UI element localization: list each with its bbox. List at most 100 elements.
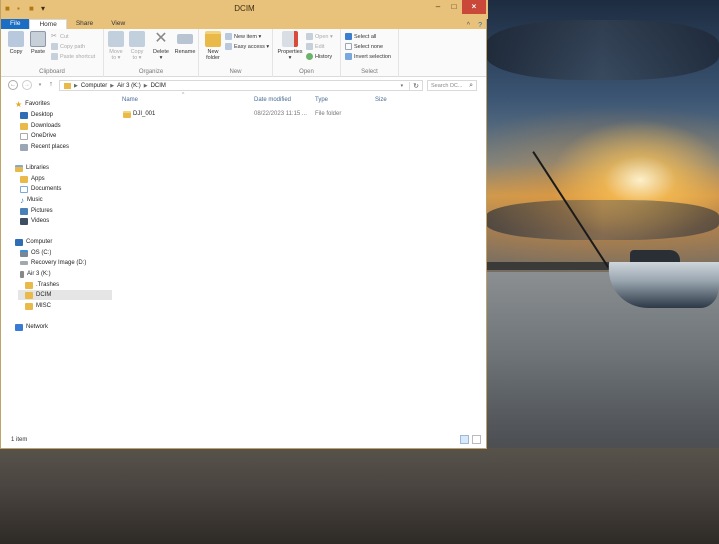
properties-button[interactable]: Properties ▾ xyxy=(276,31,304,61)
help-icon[interactable]: ? xyxy=(474,22,486,29)
nav-network[interactable]: Network xyxy=(15,322,48,332)
nav-favorites[interactable]: ★ Favorites xyxy=(15,99,50,109)
copy-path-icon xyxy=(51,43,58,50)
search-input[interactable]: Search DC... ⌕ xyxy=(427,80,477,91)
new-folder-button[interactable]: New folder xyxy=(203,31,223,61)
nav-music[interactable]: ♪ Music xyxy=(20,195,43,205)
nav-recovery-d[interactable]: Recovery Image (D:) xyxy=(20,258,86,268)
nav-dcim[interactable]: DCIM xyxy=(18,290,112,300)
properties-icon xyxy=(282,31,298,47)
downloads-icon xyxy=(20,122,28,130)
titlebar[interactable]: ■ ▪ ■ ▾ DCIM – □ × xyxy=(1,0,488,19)
onedrive-icon xyxy=(20,132,28,140)
nav-air3-k[interactable]: Air 3 (K:) xyxy=(20,269,51,279)
paste-shortcut-button[interactable]: Paste shortcut xyxy=(51,53,95,60)
select-all-button[interactable]: Select all xyxy=(345,33,376,40)
new-group-label: New xyxy=(229,69,242,75)
libraries-icon xyxy=(15,164,23,172)
history-button[interactable]: History xyxy=(306,53,332,60)
paste-button[interactable]: Paste xyxy=(29,31,47,55)
column-header-type[interactable]: Type xyxy=(315,97,328,103)
wallpaper-foreground xyxy=(0,448,719,544)
nav-videos[interactable]: Videos xyxy=(20,216,49,226)
breadcrumb-air3[interactable]: Air 3 (K:) xyxy=(117,83,141,89)
delete-x-icon: ✕ xyxy=(154,30,168,47)
easy-access-icon xyxy=(225,43,232,50)
navigation-bar: ← → ▾ ↑ ▶ Computer ▶ Air 3 (K:) ▶ DCIM ▾… xyxy=(1,78,486,92)
rename-button[interactable]: Rename xyxy=(174,31,196,55)
forward-button[interactable]: → xyxy=(22,80,32,90)
maximize-button[interactable]: □ xyxy=(446,0,462,14)
move-to-button[interactable]: Move to ▾ xyxy=(107,31,125,61)
breadcrumb-separator-icon[interactable]: ▶ xyxy=(144,83,148,89)
column-header-size[interactable]: Size xyxy=(375,97,387,103)
refresh-icon[interactable]: ↻ xyxy=(409,81,419,90)
breadcrumb-computer[interactable]: Computer xyxy=(81,83,107,89)
search-icon[interactable]: ⌕ xyxy=(469,81,473,91)
invert-selection-button[interactable]: Invert selection xyxy=(345,53,391,60)
item-count: 1 item xyxy=(11,437,28,443)
minimize-button[interactable]: – xyxy=(430,0,446,14)
window-controls: – □ × xyxy=(430,0,486,14)
nav-trashes[interactable]: .Trashes xyxy=(25,280,59,290)
file-name: DJI_001 xyxy=(133,111,156,117)
ribbon: Copy Paste ✂ Cut Copy path Paste shortcu… xyxy=(1,29,486,77)
tab-view[interactable]: View xyxy=(102,19,134,29)
nav-misc[interactable]: MISC xyxy=(25,301,51,311)
up-button[interactable]: ↑ xyxy=(46,80,56,90)
paste-icon xyxy=(30,31,46,47)
drive-icon xyxy=(20,261,28,265)
file-row[interactable]: DJI_001 08/22/2023 11:15 ... File folder xyxy=(119,110,419,121)
nav-onedrive[interactable]: OneDrive xyxy=(20,131,56,141)
cut-button[interactable]: ✂ Cut xyxy=(51,33,69,40)
nav-libraries[interactable]: Libraries xyxy=(15,163,49,173)
copy-button[interactable]: Copy xyxy=(7,31,25,55)
nav-pictures[interactable]: Pictures xyxy=(20,206,53,216)
column-header-name[interactable]: Name xyxy=(122,97,138,103)
nav-apps[interactable]: Apps xyxy=(20,174,45,184)
close-button[interactable]: × xyxy=(462,0,486,14)
desktop-icon xyxy=(20,111,28,119)
large-icons-view-icon[interactable] xyxy=(472,435,481,444)
address-dropdown-icon[interactable]: ▾ xyxy=(401,83,404,89)
address-bar[interactable]: ▶ Computer ▶ Air 3 (K:) ▶ DCIM ▾ ↻ xyxy=(59,80,423,91)
ribbon-tabs: File Home Share View ^ ? xyxy=(1,19,486,29)
tab-share[interactable]: Share xyxy=(67,19,102,29)
select-all-icon xyxy=(345,33,352,40)
select-none-button[interactable]: Select none xyxy=(345,43,383,50)
folder-icon xyxy=(123,111,131,118)
nav-downloads[interactable]: Downloads xyxy=(20,121,61,131)
nav-recent-places[interactable]: Recent places xyxy=(20,142,69,152)
breadcrumb-dcim[interactable]: DCIM xyxy=(151,83,166,89)
tab-file[interactable]: File xyxy=(1,19,30,29)
new-item-button[interactable]: New item ▾ xyxy=(225,33,261,40)
computer-icon xyxy=(15,238,23,246)
tab-home[interactable]: Home xyxy=(29,19,67,29)
nav-documents[interactable]: Documents xyxy=(20,184,61,194)
status-bar: 1 item xyxy=(1,434,486,447)
back-button[interactable]: ← xyxy=(8,80,18,90)
nav-computer[interactable]: Computer xyxy=(15,237,52,247)
nav-os-c[interactable]: OS (C:) xyxy=(20,248,51,258)
folder-icon xyxy=(25,302,33,310)
videos-icon xyxy=(20,217,28,225)
navigation-pane: ★ Favorites Desktop Downloads OneDrive R… xyxy=(1,94,115,434)
documents-icon xyxy=(20,185,28,193)
music-note-icon: ♪ xyxy=(20,195,24,205)
copy-to-button[interactable]: Copy to ▾ xyxy=(128,31,146,61)
recent-locations-dropdown[interactable]: ▾ xyxy=(35,80,45,90)
delete-button[interactable]: ✕ Delete ▾ xyxy=(151,30,171,62)
copy-path-button[interactable]: Copy path xyxy=(51,43,85,50)
edit-button[interactable]: Edit xyxy=(306,43,324,50)
open-group-label: Open xyxy=(299,69,314,75)
file-date-modified: 08/22/2023 11:15 ... xyxy=(254,111,307,117)
nav-desktop[interactable]: Desktop xyxy=(20,110,53,120)
breadcrumb-separator-icon[interactable]: ▶ xyxy=(110,83,114,89)
breadcrumb-separator-icon: ▶ xyxy=(74,82,78,89)
collapse-ribbon-icon[interactable]: ^ xyxy=(463,22,474,29)
details-view-icon[interactable] xyxy=(460,435,469,444)
usb-drive-icon xyxy=(20,270,24,278)
easy-access-button[interactable]: Easy access ▾ xyxy=(225,43,269,50)
column-header-date-modified[interactable]: Date modified xyxy=(254,97,291,103)
open-button[interactable]: Open ▾ xyxy=(306,33,333,40)
